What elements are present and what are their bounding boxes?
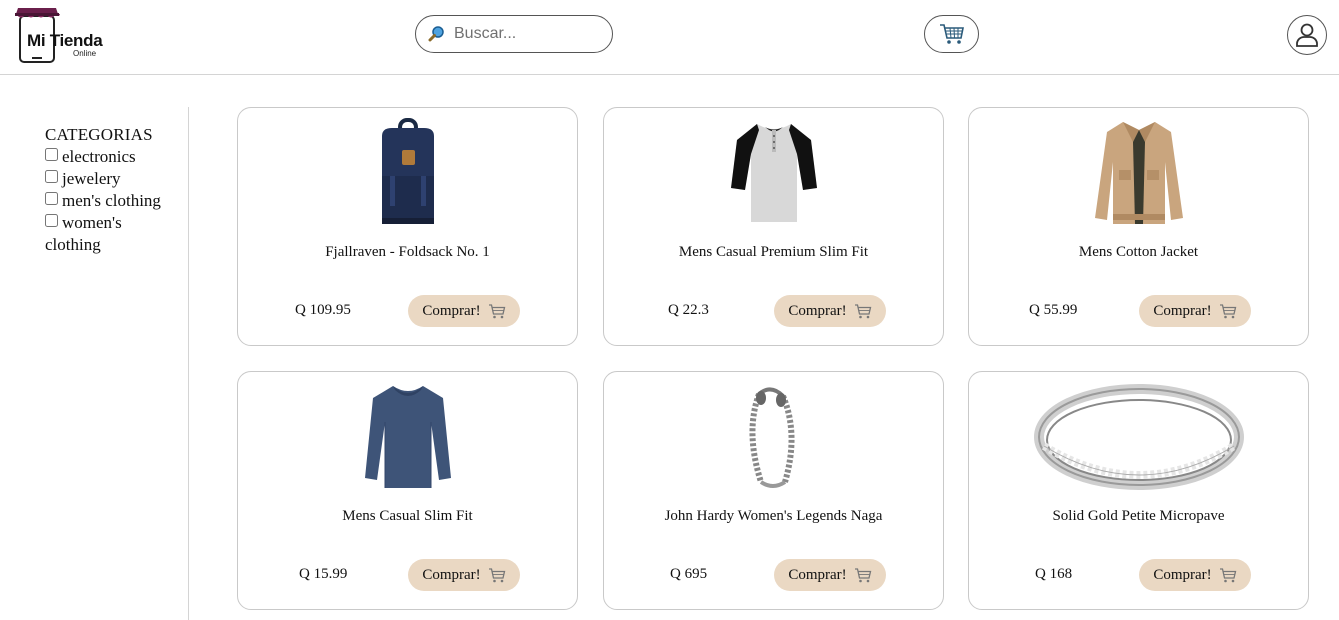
product-title: John Hardy Women's Legends Naga [664, 508, 883, 524]
category-label: electronics [62, 147, 136, 166]
product-title: Mens Casual Slim Fit [342, 508, 473, 524]
product-card[interactable]: John Hardy Women's Legends Naga Q 695 Co… [603, 371, 944, 610]
buy-button-label: Comprar! [788, 566, 847, 583]
bracelet-image [749, 387, 794, 488]
product-card[interactable]: Mens Cotton Jacket Q 55.99 Comprar! [968, 107, 1309, 346]
search-input[interactable] [452, 24, 606, 44]
category-label: jewelery [62, 169, 121, 188]
product-price: Q 15.99 [299, 566, 348, 582]
buy-button-label: Comprar! [1153, 302, 1212, 319]
buy-button[interactable]: Comprar! [408, 559, 520, 591]
cart-icon [854, 567, 871, 582]
logo-subtitle: Online [73, 49, 97, 58]
category-sidebar: CATEGORIAS electronics jewelery men's cl… [45, 124, 175, 256]
product-price: Q 22.3 [668, 302, 709, 318]
buy-button-label: Comprar! [422, 566, 481, 583]
user-account-button[interactable] [1287, 15, 1327, 55]
category-label: men's clothing [62, 191, 161, 210]
search-bar[interactable] [415, 15, 613, 53]
buy-button-label: Comprar! [788, 302, 847, 319]
jacket-image [1094, 122, 1183, 224]
shopping-cart-icon [939, 24, 964, 44]
category-checkbox[interactable] [45, 214, 58, 227]
product-image[interactable] [238, 114, 577, 232]
top-header: Mi Tienda Online [0, 0, 1339, 75]
categories-heading: CATEGORIAS [45, 125, 153, 144]
sidebar-divider [188, 107, 189, 620]
buy-button-label: Comprar! [1153, 566, 1212, 583]
category-mens-clothing[interactable]: men's clothing [45, 190, 175, 212]
buy-button[interactable]: Comprar! [774, 295, 886, 327]
category-electronics[interactable]: electronics [45, 146, 175, 168]
category-jewelery[interactable]: jewelery [45, 168, 175, 190]
cart-icon [1219, 303, 1236, 318]
logo-title: Mi Tienda [27, 31, 103, 50]
buy-button[interactable]: Comprar! [1139, 295, 1251, 327]
long-sleeve-shirt-image [364, 386, 451, 488]
buy-button[interactable]: Comprar! [408, 295, 520, 327]
category-checkbox[interactable] [45, 192, 58, 205]
product-image[interactable] [604, 378, 943, 496]
product-price: Q 55.99 [1029, 302, 1078, 318]
backpack-image [381, 118, 434, 224]
product-card[interactable]: Mens Casual Premium Slim Fit Q 22.3 Comp… [603, 107, 944, 346]
product-title: Mens Casual Premium Slim Fit [678, 244, 869, 260]
product-title: Solid Gold Petite Micropave [1052, 508, 1225, 524]
cart-button[interactable] [924, 15, 979, 53]
product-image[interactable] [238, 378, 577, 496]
category-checkbox[interactable] [45, 148, 58, 161]
cart-icon [854, 303, 871, 318]
cart-icon [488, 303, 505, 318]
raglan-tshirt-image [730, 124, 817, 222]
category-womens-clothing[interactable]: women's clothing [45, 212, 175, 256]
user-icon [1296, 23, 1318, 47]
product-title: Fjallraven - Foldsack No. 1 [325, 244, 490, 260]
buy-button-label: Comprar! [422, 302, 481, 319]
buy-button[interactable]: Comprar! [1139, 559, 1251, 591]
product-image[interactable] [969, 114, 1308, 232]
cart-icon [488, 567, 505, 582]
product-image[interactable] [604, 114, 943, 232]
product-price: Q 109.95 [295, 302, 351, 318]
product-price: Q 695 [670, 566, 708, 582]
product-price: Q 168 [1035, 566, 1073, 582]
category-checkbox[interactable] [45, 170, 58, 183]
product-card[interactable]: Solid Gold Petite Micropave Q 168 Compra… [968, 371, 1309, 610]
product-card[interactable]: Mens Casual Slim Fit Q 15.99 Comprar! [237, 371, 578, 610]
product-image[interactable] [969, 378, 1308, 496]
product-title: Mens Cotton Jacket [1078, 244, 1199, 260]
magnifier-icon [428, 25, 446, 43]
buy-button[interactable]: Comprar! [774, 559, 886, 591]
store-logo[interactable]: Mi Tienda Online [12, 4, 104, 64]
cart-icon [1219, 567, 1236, 582]
ring-image [1033, 384, 1244, 490]
product-card[interactable]: Fjallraven - Foldsack No. 1 Q 109.95 Com… [237, 107, 578, 346]
